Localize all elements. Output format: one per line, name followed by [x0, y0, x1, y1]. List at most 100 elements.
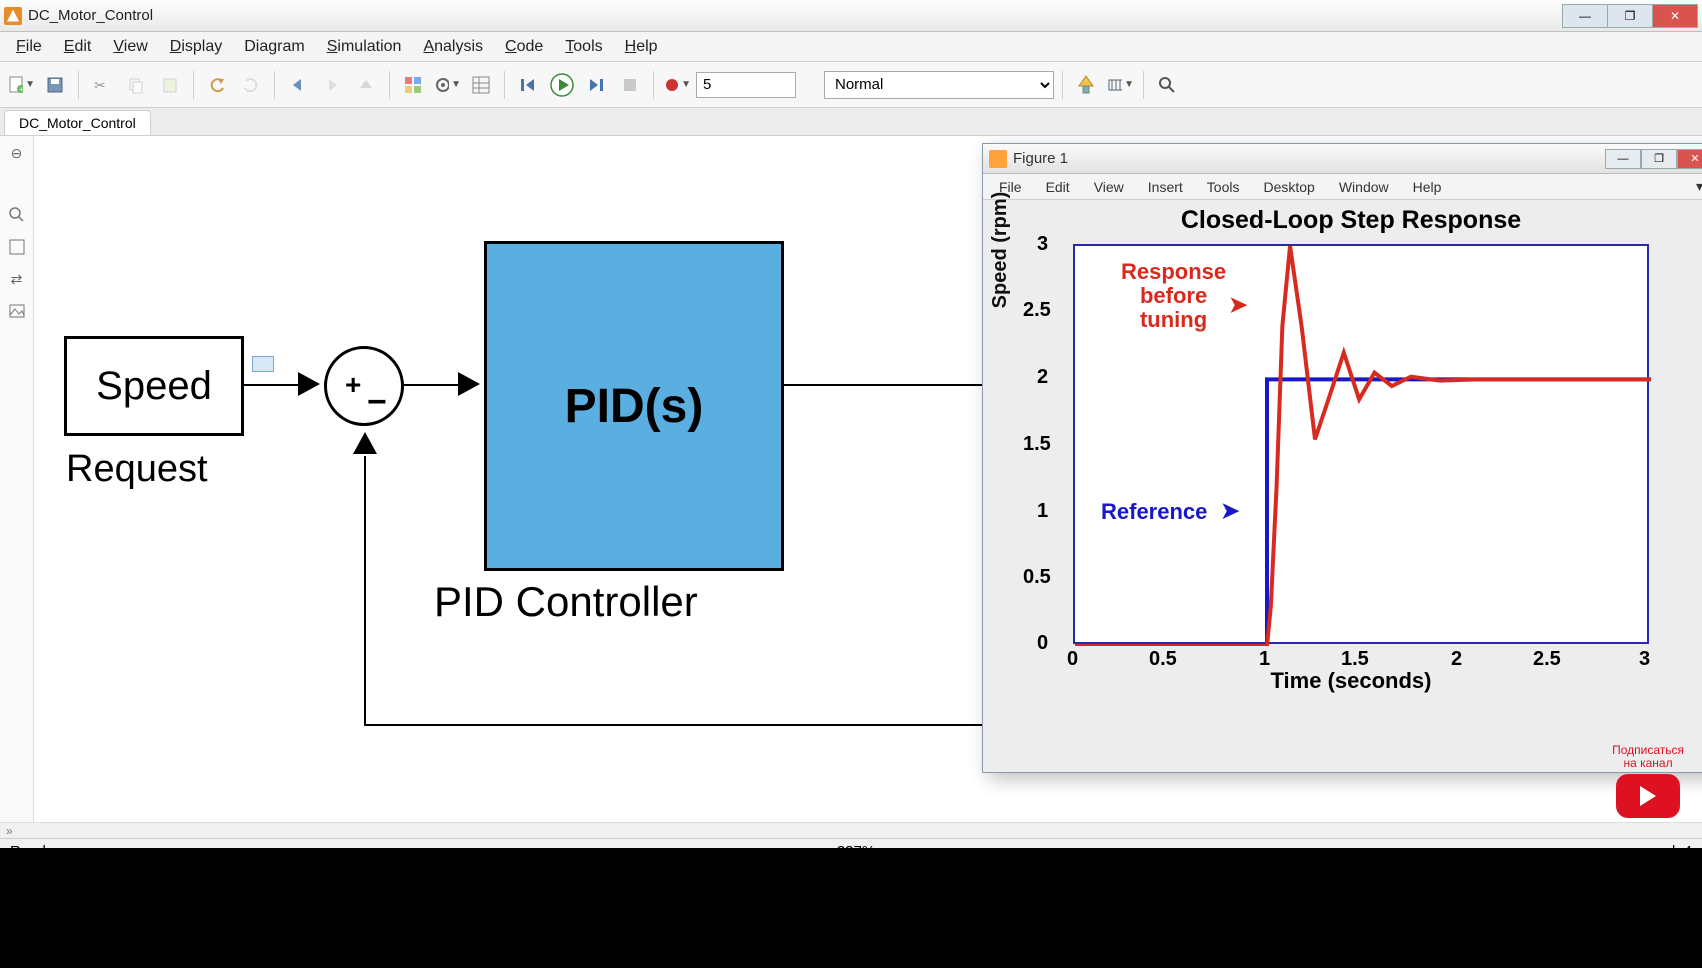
step-forward-button[interactable]	[581, 70, 611, 100]
undo-button[interactable]	[202, 70, 232, 100]
build-button[interactable]	[1071, 70, 1101, 100]
palette-image-button[interactable]	[6, 300, 28, 322]
fig-menu-insert[interactable]: Insert	[1138, 177, 1193, 197]
figure-maximize-button[interactable]: ❐	[1641, 149, 1677, 169]
fig-menu-view[interactable]: View	[1084, 177, 1134, 197]
model-config-button[interactable]: ▼	[432, 70, 462, 100]
close-button[interactable]: ✕	[1652, 4, 1698, 28]
maximize-button[interactable]: ❐	[1607, 4, 1653, 28]
footer-expand[interactable]: »	[0, 822, 1702, 838]
palette-zoom-button[interactable]	[6, 204, 28, 226]
new-file-icon: +	[7, 75, 23, 95]
redo-button[interactable]	[236, 70, 266, 100]
figure-window[interactable]: Figure 1 — ❐ ✕ File Edit View Insert Too…	[982, 143, 1702, 773]
block-sum[interactable]: + −	[324, 346, 404, 426]
menu-tools[interactable]: Tools	[555, 34, 612, 60]
fig-menu-more[interactable]: ▾	[1686, 176, 1702, 197]
model-explorer-button[interactable]	[466, 70, 496, 100]
fig-menu-window[interactable]: Window	[1329, 177, 1399, 197]
scissors-icon: ✂	[93, 76, 111, 94]
cut-button[interactable]: ✂	[87, 70, 117, 100]
new-model-button[interactable]: + ▼	[6, 70, 36, 100]
svg-text:+: +	[19, 85, 23, 94]
step-forward-icon	[586, 75, 606, 95]
youtube-subscribe-overlay[interactable]: Подписаться на канал	[1612, 744, 1684, 818]
undo-icon	[208, 76, 226, 94]
paste-button[interactable]	[155, 70, 185, 100]
menubar: File Edit View Display Diagram Simulatio…	[0, 32, 1702, 62]
play-icon	[550, 73, 574, 97]
paste-icon	[161, 76, 179, 94]
menu-code[interactable]: Code	[495, 34, 553, 60]
up-button[interactable]	[351, 70, 381, 100]
step-back-icon	[518, 75, 538, 95]
run-button[interactable]	[547, 70, 577, 100]
ytick: 2.5	[1023, 299, 1051, 322]
menu-edit[interactable]: Edit	[54, 34, 102, 60]
figure-minimize-button[interactable]: —	[1605, 149, 1641, 169]
chart-ylabel: Speed (rpm)	[989, 150, 1012, 350]
deploy-button[interactable]: ▼	[1105, 70, 1135, 100]
simulation-mode-select[interactable]: Normal	[824, 71, 1054, 99]
arrow-annotation-icon: ➤	[1229, 292, 1247, 318]
step-back-button[interactable]	[513, 70, 543, 100]
block-speed[interactable]: Speed	[64, 336, 244, 436]
palette-fit-button[interactable]	[6, 236, 28, 258]
menu-display[interactable]: Display	[160, 34, 232, 60]
window-title: DC_Motor_Control	[28, 7, 1563, 24]
simulink-icon	[4, 7, 22, 25]
grid-icon	[471, 75, 491, 95]
sum-plus: +	[345, 369, 361, 401]
figure-close-button[interactable]: ✕	[1677, 149, 1702, 169]
forward-button[interactable]	[317, 70, 347, 100]
image-icon	[8, 302, 26, 320]
palette-hide-button[interactable]: ⊖	[6, 142, 28, 164]
annotation-reference: Reference	[1101, 500, 1207, 524]
fit-icon	[8, 238, 26, 256]
palette-arrows-button[interactable]: ⇄	[6, 268, 28, 290]
signal-line	[404, 384, 464, 386]
figure-menubar: File Edit View Insert Tools Desktop Wind…	[983, 174, 1702, 200]
fig-menu-help[interactable]: Help	[1403, 177, 1452, 197]
model-tab[interactable]: DC_Motor_Control	[4, 110, 151, 135]
menu-simulation[interactable]: Simulation	[317, 34, 412, 60]
figure-titlebar[interactable]: Figure 1 — ❐ ✕	[983, 144, 1702, 174]
stop-time-input[interactable]	[696, 72, 796, 98]
block-pid[interactable]: PID(s)	[484, 241, 784, 571]
find-button[interactable]	[1152, 70, 1182, 100]
signal-line	[364, 456, 366, 726]
record-button[interactable]: ▼	[662, 70, 692, 100]
menu-analysis[interactable]: Analysis	[413, 34, 493, 60]
figure-title: Figure 1	[1013, 150, 1605, 167]
toolbar: + ▼ ✂ ▼	[0, 62, 1702, 108]
figure-canvas: Closed-Loop Step Response Speed (rpm) 0 …	[983, 200, 1702, 772]
save-button[interactable]	[40, 70, 70, 100]
menu-view[interactable]: View	[103, 34, 157, 60]
youtube-play-icon[interactable]	[1616, 774, 1680, 818]
copy-icon	[127, 76, 145, 94]
ytick: 1.5	[1023, 433, 1051, 456]
gear-icon	[433, 75, 449, 95]
fig-menu-desktop[interactable]: Desktop	[1253, 177, 1324, 197]
copy-button[interactable]	[121, 70, 151, 100]
back-button[interactable]	[283, 70, 313, 100]
save-icon	[46, 76, 64, 94]
menu-diagram[interactable]: Diagram	[234, 34, 314, 60]
diagram-canvas[interactable]: Speed Request + − PID(s) PID Controller	[34, 136, 1702, 822]
minimize-button[interactable]: —	[1562, 4, 1608, 28]
arrow-right-icon	[323, 76, 341, 94]
menu-help[interactable]: Help	[615, 34, 668, 60]
palette: ⊖ ⇄	[0, 136, 34, 822]
chart-title: Closed-Loop Step Response	[983, 206, 1702, 235]
library-icon	[403, 75, 423, 95]
svg-text:✂: ✂	[94, 77, 106, 93]
stop-button[interactable]	[615, 70, 645, 100]
fig-menu-edit[interactable]: Edit	[1036, 177, 1080, 197]
arrowhead-icon	[298, 372, 320, 396]
menu-file[interactable]: File	[6, 34, 52, 60]
sum-minus: −	[367, 383, 387, 422]
fig-menu-tools[interactable]: Tools	[1197, 177, 1250, 197]
library-browser-button[interactable]	[398, 70, 428, 100]
linked-icon	[252, 356, 274, 372]
build-icon	[1075, 74, 1097, 96]
